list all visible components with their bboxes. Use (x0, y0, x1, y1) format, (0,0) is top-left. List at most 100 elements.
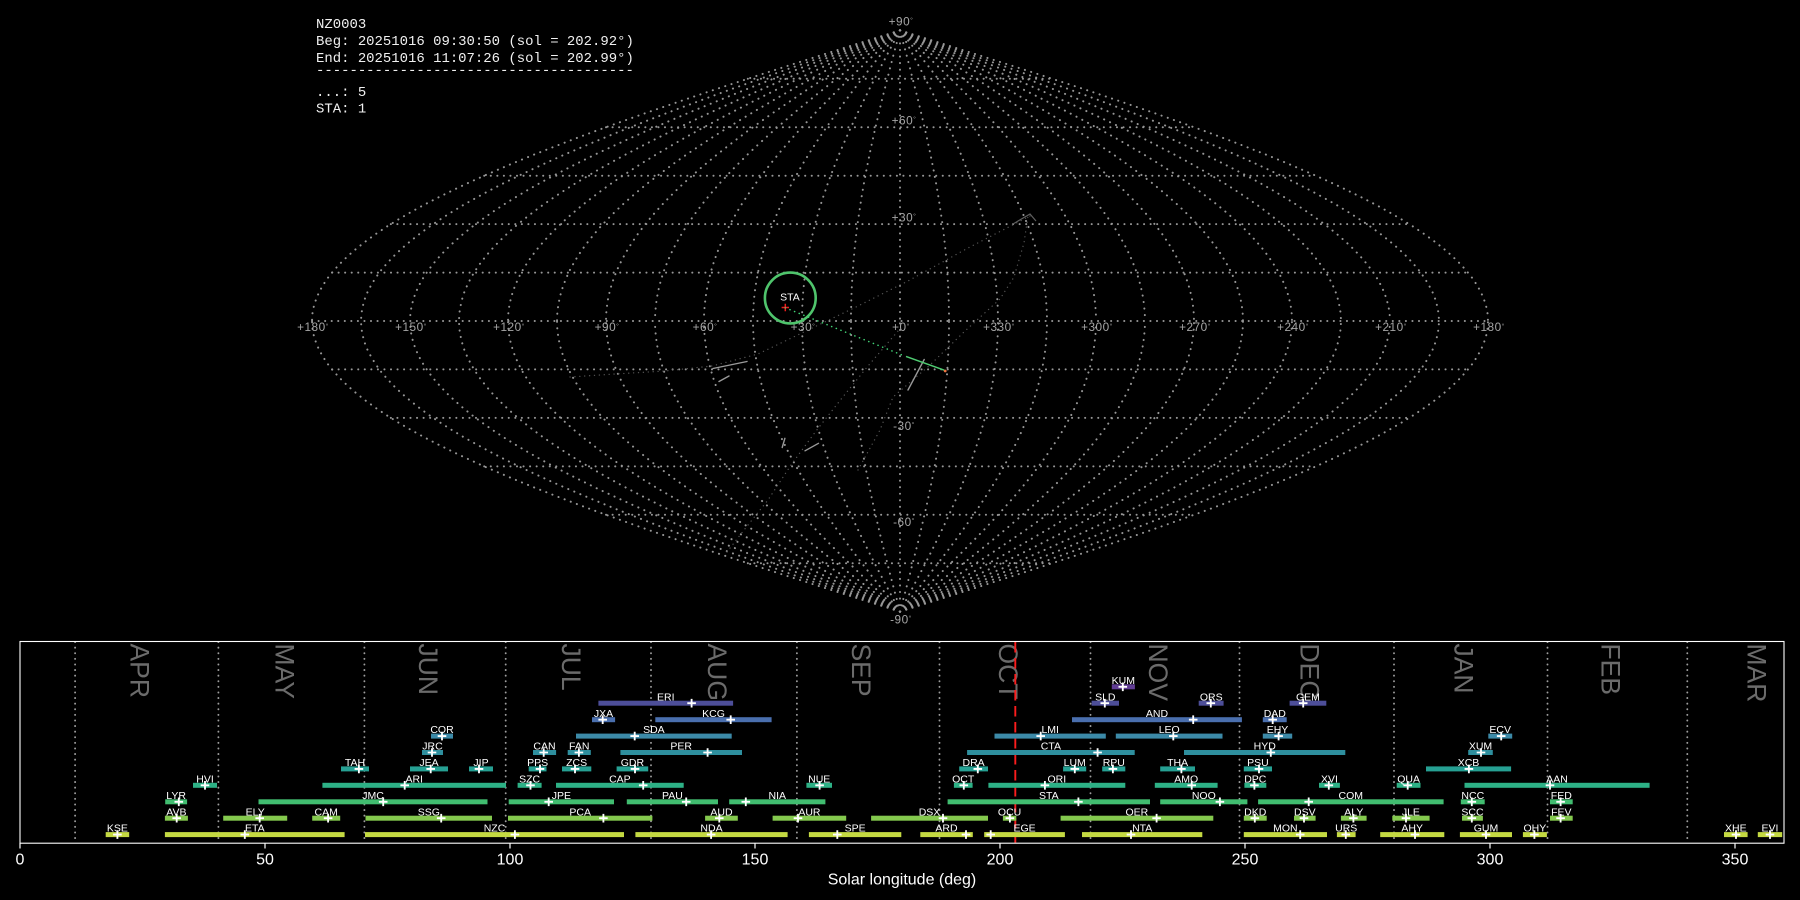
svg-text:AHY: AHY (1401, 823, 1423, 835)
svg-text:NZ0003: NZ0003 (316, 17, 366, 33)
svg-text:PPS: PPS (527, 757, 548, 769)
svg-text:LYR: LYR (166, 790, 186, 802)
svg-text:NUE: NUE (808, 773, 830, 785)
svg-text:DRA: DRA (963, 757, 985, 769)
svg-text:+60°: +60° (892, 114, 917, 128)
svg-text:STA: STA (780, 291, 800, 303)
svg-text:0: 0 (16, 851, 25, 868)
svg-text:FAN: FAN (569, 741, 589, 753)
svg-text:250: 250 (1232, 851, 1259, 868)
svg-text:GEM: GEM (1296, 691, 1320, 703)
svg-text:+180°: +180° (1473, 320, 1505, 334)
svg-text:DSX: DSX (919, 806, 941, 818)
svg-text:AAN: AAN (1546, 773, 1568, 785)
svg-text:COR: COR (430, 724, 454, 736)
svg-text:JXA: JXA (594, 708, 613, 720)
svg-text:LEO: LEO (1159, 724, 1180, 736)
svg-text:HVI: HVI (196, 773, 214, 785)
svg-text:FEV: FEV (1551, 806, 1571, 818)
svg-text:JAN: JAN (1449, 644, 1479, 694)
svg-text:NTA: NTA (1132, 823, 1152, 835)
svg-text:DAD: DAD (1264, 708, 1287, 720)
svg-text:AUR: AUR (798, 806, 821, 818)
svg-text:200: 200 (987, 851, 1014, 868)
svg-text:OCT: OCT (952, 773, 975, 785)
svg-text:EHY: EHY (1267, 724, 1289, 736)
svg-text:+210°: +210° (1375, 320, 1407, 334)
svg-text:MAY: MAY (269, 644, 299, 700)
svg-text:JIP: JIP (473, 757, 488, 769)
svg-text:CAP: CAP (609, 773, 631, 785)
svg-text:SPE: SPE (845, 823, 866, 835)
svg-text:SSG: SSG (418, 806, 440, 818)
svg-text:NOO: NOO (1192, 790, 1216, 802)
svg-text:+180°: +180° (297, 320, 329, 334)
svg-text:AUG: AUG (702, 644, 732, 701)
svg-text:...: 5: ...: 5 (316, 85, 366, 101)
svg-text:+330°: +330° (983, 320, 1015, 334)
svg-text:+300°: +300° (1081, 320, 1113, 334)
svg-text:+150°: +150° (395, 320, 427, 334)
svg-text:JUN: JUN (413, 644, 443, 696)
svg-text:JUL: JUL (556, 644, 586, 691)
svg-text:SEP: SEP (846, 644, 876, 697)
svg-text:ARI: ARI (405, 773, 423, 785)
svg-text:ALY: ALY (1344, 806, 1363, 818)
svg-text:SDA: SDA (643, 724, 665, 736)
svg-text:+120°: +120° (493, 320, 525, 334)
svg-text:OHY: OHY (1524, 823, 1547, 835)
svg-text:CAM: CAM (315, 806, 338, 818)
svg-text:JRC: JRC (422, 741, 443, 753)
svg-text:NIA: NIA (769, 790, 787, 802)
svg-text:+90°: +90° (889, 15, 914, 29)
svg-text:Beg: 20251016 09:30:50 (sol =: Beg: 20251016 09:30:50 (sol = 202.92°) (316, 34, 634, 50)
svg-text:CTA: CTA (1041, 741, 1061, 753)
svg-text:PAU: PAU (662, 790, 683, 802)
svg-text:JEA: JEA (419, 757, 438, 769)
svg-text:OCU: OCU (998, 806, 1021, 818)
svg-text:+60°: +60° (693, 320, 718, 334)
svg-text:350: 350 (1722, 851, 1749, 868)
svg-text:COM: COM (1339, 790, 1364, 802)
svg-text:MAR: MAR (1741, 644, 1771, 703)
svg-text:STA: 1: STA: 1 (316, 102, 366, 118)
svg-text:300: 300 (1477, 851, 1504, 868)
svg-text:OCT: OCT (993, 644, 1023, 700)
svg-text:50: 50 (256, 851, 274, 868)
svg-text:PSU: PSU (1247, 757, 1269, 769)
svg-text:KUM: KUM (1112, 675, 1135, 687)
svg-text:ECV: ECV (1489, 724, 1511, 736)
svg-text:ERI: ERI (657, 691, 675, 703)
svg-text:PCA: PCA (569, 806, 591, 818)
svg-text:APR: APR (125, 644, 155, 699)
svg-text:AMO: AMO (1174, 773, 1198, 785)
svg-text:NZC: NZC (484, 823, 506, 835)
svg-text:OER: OER (1126, 806, 1149, 818)
svg-text:PER: PER (670, 741, 692, 753)
svg-text:QUA: QUA (1397, 773, 1420, 785)
svg-text:Solar longitude (deg): Solar longitude (deg) (828, 872, 977, 889)
svg-text:JMC: JMC (362, 790, 384, 802)
svg-text:-30°: -30° (893, 419, 915, 433)
svg-text:LUM: LUM (1064, 757, 1086, 769)
svg-text:DPC: DPC (1244, 773, 1267, 785)
svg-text:+30°: +30° (892, 210, 917, 224)
svg-text:------------------------------: -------------------------------------- (316, 63, 634, 79)
svg-text:XUM: XUM (1469, 741, 1492, 753)
svg-text:THA: THA (1167, 757, 1188, 769)
svg-text:ORI: ORI (1047, 773, 1066, 785)
svg-text:+270°: +270° (1179, 320, 1211, 334)
svg-text:AUD: AUD (710, 806, 733, 818)
svg-text:DKD: DKD (1244, 806, 1267, 818)
svg-text:JPE: JPE (552, 790, 571, 802)
svg-text:ETA: ETA (245, 823, 265, 835)
svg-text:XHE: XHE (1725, 823, 1747, 835)
svg-text:-90°: -90° (890, 613, 912, 627)
svg-text:NOV: NOV (1143, 644, 1173, 702)
svg-text:+90°: +90° (595, 320, 620, 334)
svg-text:150: 150 (742, 851, 769, 868)
svg-text:ARD: ARD (935, 823, 958, 835)
svg-text:LMI: LMI (1041, 724, 1059, 736)
svg-text:TAH: TAH (345, 757, 365, 769)
svg-text:DSV: DSV (1294, 806, 1316, 818)
